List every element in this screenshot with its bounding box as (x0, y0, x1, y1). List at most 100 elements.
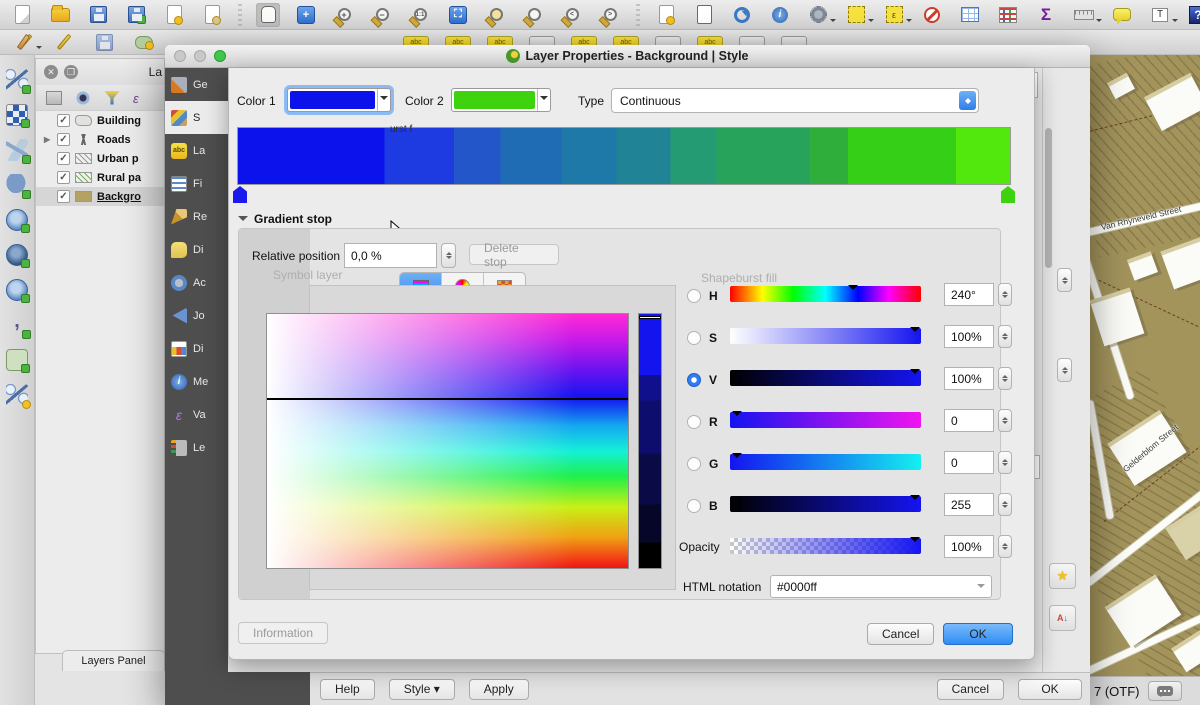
v-radio[interactable] (687, 373, 701, 387)
opacity-value-field[interactable]: 100% (944, 535, 994, 558)
zoom-out-button[interactable]: − (370, 3, 394, 27)
add-group-button[interactable] (46, 91, 62, 105)
close-panel-button[interactable]: ✕ (44, 65, 58, 79)
map-canvas[interactable]: Van Rhyneveld Street Gelderblom Street (1088, 55, 1200, 676)
tab-general[interactable]: Ge (165, 68, 228, 101)
tab-metadata[interactable]: iMe (165, 365, 228, 398)
field-calculator-button[interactable] (996, 3, 1020, 27)
select-features-button[interactable] (844, 3, 868, 27)
layer-checkbox[interactable]: ✓ (57, 171, 70, 184)
identify-button[interactable]: i (768, 3, 792, 27)
new-bookmark-button[interactable] (654, 3, 678, 27)
zoom-window-button[interactable] (214, 50, 226, 62)
v-stepper[interactable] (998, 367, 1012, 390)
minimize-window-button[interactable] (194, 50, 206, 62)
r-slider[interactable] (730, 412, 921, 428)
h-radio[interactable] (687, 289, 701, 303)
crs-status[interactable]: 7 (OTF) (1094, 684, 1140, 699)
add-vector-layer-button[interactable] (6, 69, 28, 91)
zoom-next-button[interactable]: > (598, 3, 622, 27)
close-window-button[interactable] (174, 50, 186, 62)
v-value-field[interactable]: 100% (944, 367, 994, 390)
save-project-as-button[interactable] (124, 3, 148, 27)
r-radio[interactable] (687, 415, 701, 429)
pan-map-button[interactable] (256, 3, 280, 27)
opacity-slider[interactable] (730, 538, 921, 554)
s-radio[interactable] (687, 331, 701, 345)
hidden-stepper[interactable] (1057, 358, 1072, 382)
html-notation-combo[interactable]: #0000ff (770, 575, 992, 598)
zoom-native-button[interactable]: 1:1 (408, 3, 432, 27)
color1-dropdown[interactable] (377, 89, 390, 111)
current-edits-button[interactable] (12, 30, 36, 54)
refresh-button[interactable] (730, 3, 754, 27)
gradient-stop-section-header[interactable]: Gradient stop (238, 211, 332, 226)
h-slider[interactable] (730, 286, 921, 302)
layer-row-background[interactable]: ✓ Backgro (36, 187, 164, 206)
opacity-stepper[interactable] (998, 535, 1012, 558)
float-panel-button[interactable]: ❐ (64, 65, 78, 79)
g-value-field[interactable]: 0 (944, 451, 994, 474)
zoom-in-button[interactable]: + (332, 3, 356, 27)
delete-stop-button[interactable]: Delete stop (469, 244, 559, 265)
add-raster-layer-button[interactable] (6, 104, 28, 126)
ok-button[interactable]: OK (1018, 679, 1082, 700)
show-bookmarks-button[interactable] (692, 3, 716, 27)
layer-checkbox[interactable]: ✓ (57, 152, 70, 165)
zoom-full-button[interactable]: ⛶ (446, 3, 470, 27)
tab-fields[interactable]: Fi (165, 167, 228, 200)
tab-legend[interactable]: Le (165, 431, 228, 464)
add-wfs-layer-button[interactable] (6, 279, 28, 301)
g-slider[interactable] (730, 454, 921, 470)
s-stepper[interactable] (998, 325, 1012, 348)
filter-legend-button[interactable] (104, 91, 120, 105)
statistics-button[interactable]: Σ (1034, 3, 1058, 27)
color2-swatch[interactable] (451, 88, 551, 112)
new-shapefile-button[interactable] (6, 384, 28, 406)
b-slider[interactable] (730, 496, 921, 512)
map-tips-button[interactable] (1110, 3, 1134, 27)
s-value-field[interactable]: 100% (944, 325, 994, 348)
v-slider[interactable] (730, 370, 921, 386)
tab-style[interactable]: S (165, 101, 228, 134)
text-annotation-button[interactable]: T (1148, 3, 1172, 27)
value-slider-handle[interactable] (639, 316, 661, 319)
h-value-field[interactable]: 240° (944, 283, 994, 306)
zoom-to-layer-button[interactable] (484, 3, 508, 27)
measure-button[interactable] (1072, 3, 1096, 27)
new-project-button[interactable] (10, 3, 34, 27)
toggle-editing-button[interactable] (52, 30, 76, 54)
s-slider[interactable] (730, 328, 921, 344)
scrollbar-thumb[interactable] (1045, 128, 1052, 268)
type-select[interactable]: Continuous (611, 88, 979, 113)
r-value-field[interactable]: 0 (944, 409, 994, 432)
add-virtual-layer-button[interactable] (6, 349, 28, 371)
tab-variables[interactable]: εVa (165, 398, 228, 431)
save-edits-button[interactable] (92, 30, 116, 54)
tab-joins[interactable]: Jo (165, 299, 228, 332)
tab-diagrams[interactable]: Di (165, 332, 228, 365)
pan-to-selection-button[interactable]: + (294, 3, 318, 27)
add-postgis-layer-button[interactable] (6, 174, 28, 196)
select-by-expression-button[interactable]: ε (882, 3, 906, 27)
sheet-ok-button[interactable]: OK (943, 623, 1013, 645)
layer-row-rural[interactable]: ✓ Rural pa (36, 168, 164, 187)
add-delimited-text-button[interactable]: , (6, 314, 28, 336)
dialog-titlebar[interactable]: Layer Properties - Background | Style (165, 45, 1090, 68)
gradient-stop-right[interactable] (1001, 186, 1015, 203)
layers-panel-tab[interactable]: Layers Panel (62, 650, 165, 671)
expression-filter-button[interactable]: ε (133, 91, 149, 105)
layer-row-building[interactable]: ✓ Building (36, 111, 164, 130)
gradient-stop-left[interactable] (233, 186, 247, 203)
g-stepper[interactable] (998, 451, 1012, 474)
open-project-button[interactable] (48, 3, 72, 27)
help-button[interactable]: Help (320, 679, 375, 700)
color-box-2d[interactable] (266, 313, 629, 569)
add-spatialite-layer-button[interactable] (6, 139, 28, 161)
r-stepper[interactable] (998, 409, 1012, 432)
sort-button[interactable]: A↓ (1049, 605, 1076, 631)
add-feature-button[interactable] (132, 30, 156, 54)
manage-visibility-button[interactable] (75, 91, 91, 105)
add-wms-layer-button[interactable] (6, 209, 28, 231)
tab-display[interactable]: Di (165, 233, 228, 266)
